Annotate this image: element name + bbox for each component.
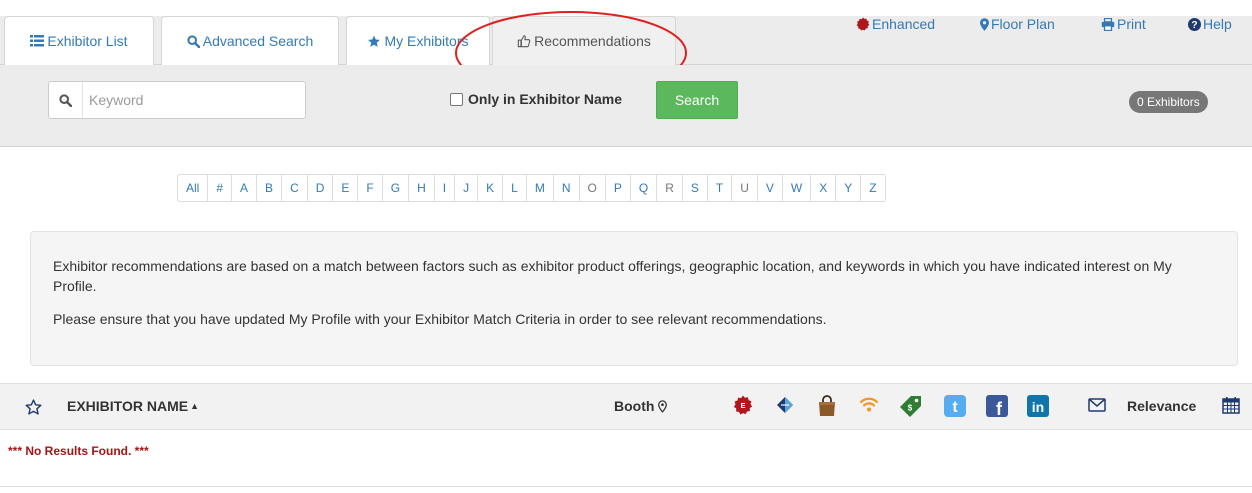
envelope-icon[interactable] bbox=[1088, 398, 1106, 412]
alpha-filter-item[interactable]: P bbox=[606, 175, 631, 201]
print-link[interactable]: Print bbox=[1101, 16, 1146, 32]
alpha-filter-item[interactable]: Q bbox=[631, 175, 658, 201]
info-paragraph: Please ensure that you have updated My P… bbox=[53, 311, 827, 327]
alpha-filter-item[interactable]: B bbox=[257, 175, 283, 201]
star-outline-icon[interactable] bbox=[25, 399, 42, 418]
alpha-filter-item[interactable]: C bbox=[282, 175, 308, 201]
floor-plan-label: Floor Plan bbox=[991, 16, 1055, 32]
alpha-filter-item[interactable]: V bbox=[758, 175, 783, 201]
alpha-filter-item[interactable]: Z bbox=[861, 175, 884, 201]
search-panel: Only in Exhibitor Name Search 0 Exhibito… bbox=[0, 65, 1252, 147]
alpha-filter-item[interactable]: E bbox=[333, 175, 359, 201]
help-label: Help bbox=[1203, 16, 1232, 32]
alpha-filter-item[interactable]: F bbox=[358, 175, 383, 201]
alpha-filter-item[interactable]: A bbox=[232, 175, 258, 201]
alpha-filter-item[interactable]: # bbox=[208, 175, 233, 201]
facebook-icon[interactable]: f bbox=[986, 395, 1008, 417]
tab-my-exhibitors[interactable]: My Exhibitors bbox=[346, 16, 490, 65]
map-marker-icon bbox=[980, 17, 989, 31]
alpha-filter-item[interactable]: All bbox=[178, 175, 209, 201]
wifi-icon[interactable] bbox=[859, 395, 879, 413]
alpha-filter-item[interactable]: D bbox=[308, 175, 334, 201]
help-link[interactable]: ? Help bbox=[1188, 16, 1232, 32]
question-circle-icon: ? bbox=[1188, 17, 1201, 31]
floor-plan-link[interactable]: Floor Plan bbox=[980, 16, 1055, 32]
relevance-column-header[interactable]: Relevance bbox=[1127, 398, 1196, 414]
tab-label: Recommendations bbox=[534, 33, 651, 49]
alpha-filter-item[interactable]: S bbox=[683, 175, 708, 201]
linkedin-icon[interactable]: in bbox=[1027, 395, 1049, 417]
search-button[interactable]: Search bbox=[656, 81, 738, 119]
map-marker-icon bbox=[658, 399, 668, 413]
alpha-filter-item[interactable]: H bbox=[409, 175, 435, 201]
exhibitor-count-badge: 0 Exhibitors bbox=[1129, 91, 1208, 113]
svg-text:?: ? bbox=[1191, 20, 1197, 31]
alpha-filter-item[interactable]: I bbox=[435, 175, 456, 201]
keyword-search-box bbox=[48, 81, 306, 119]
only-exhibitor-name-checkbox[interactable] bbox=[450, 92, 463, 106]
enhanced-badge-icon bbox=[856, 17, 870, 31]
twitter-icon[interactable]: t bbox=[944, 395, 966, 417]
tab-label: My Exhibitors bbox=[384, 33, 469, 49]
results-table-header: EXHIBITOR NAME ▲ Booth E $ t f in Releva… bbox=[0, 383, 1252, 430]
alpha-filter-item[interactable]: N bbox=[554, 175, 580, 201]
booth-column-header[interactable]: Booth bbox=[614, 398, 668, 414]
divider bbox=[0, 486, 1252, 487]
svg-text:$: $ bbox=[908, 404, 913, 413]
print-icon bbox=[1101, 17, 1115, 31]
tab-exhibitor-list[interactable]: Exhibitor List bbox=[4, 16, 154, 65]
tab-recommendations[interactable]: Recommendations bbox=[492, 16, 676, 65]
svg-text:E: E bbox=[740, 401, 745, 410]
tab-bar: Exhibitor List Advanced Search My Exhibi… bbox=[0, 16, 1252, 65]
exhibitor-name-column-label: EXHIBITOR NAME bbox=[67, 398, 189, 414]
tab-label: Exhibitor List bbox=[47, 33, 128, 49]
alpha-filter-item[interactable]: Y bbox=[836, 175, 862, 201]
enhanced-link[interactable]: Enhanced bbox=[856, 16, 935, 32]
tab-label: Advanced Search bbox=[202, 33, 314, 49]
enhanced-badge-icon[interactable]: E bbox=[733, 395, 753, 415]
list-icon bbox=[30, 35, 45, 47]
keyword-input[interactable] bbox=[83, 82, 305, 118]
only-exhibitor-name-label: Only in Exhibitor Name bbox=[468, 91, 623, 107]
alpha-filter-item[interactable]: X bbox=[811, 175, 837, 201]
exhibitor-name-sort[interactable]: EXHIBITOR NAME ▲ bbox=[67, 398, 199, 414]
info-paragraph: Exhibitor recommendations are based on a… bbox=[53, 258, 1172, 294]
alpha-filter-item[interactable]: T bbox=[708, 175, 733, 201]
no-results-message: *** No Results Found. *** bbox=[8, 444, 149, 458]
alpha-filter-item[interactable]: R bbox=[657, 175, 683, 201]
svg-text:t: t bbox=[952, 399, 958, 416]
svg-text:in: in bbox=[1032, 399, 1044, 415]
alpha-filter-item[interactable]: O bbox=[580, 175, 606, 201]
tab-advanced-search[interactable]: Advanced Search bbox=[161, 16, 339, 65]
alpha-filter-item[interactable]: G bbox=[383, 175, 410, 201]
star-icon bbox=[367, 35, 381, 48]
alpha-filter-item[interactable]: U bbox=[732, 175, 758, 201]
search-icon bbox=[187, 34, 200, 48]
alpha-filter-item[interactable]: M bbox=[527, 175, 554, 201]
alpha-filter-item[interactable]: W bbox=[783, 175, 812, 201]
thumbs-up-icon bbox=[517, 34, 531, 48]
svg-text:f: f bbox=[996, 399, 1003, 417]
enhanced-label: Enhanced bbox=[872, 16, 936, 32]
only-exhibitor-name-option: Only in Exhibitor Name bbox=[450, 91, 622, 107]
price-tag-icon[interactable]: $ bbox=[899, 395, 923, 417]
alpha-filter-item[interactable]: J bbox=[455, 175, 479, 201]
alpha-filter-item[interactable]: L bbox=[503, 175, 527, 201]
diamond-icon[interactable] bbox=[775, 395, 795, 415]
shopping-bag-icon[interactable] bbox=[817, 395, 837, 417]
search-icon bbox=[49, 82, 83, 118]
booth-column-label: Booth bbox=[614, 398, 655, 414]
recommendations-info-box: Exhibitor recommendations are based on a… bbox=[30, 231, 1238, 366]
sort-ascending-icon: ▲ bbox=[190, 401, 200, 411]
alpha-filter-item[interactable]: K bbox=[478, 175, 504, 201]
alphabet-filter: All # A B C D E F G H I J K L M N O P Q … bbox=[177, 174, 886, 202]
print-label: Print bbox=[1117, 16, 1146, 32]
calendar-icon[interactable] bbox=[1222, 396, 1240, 414]
